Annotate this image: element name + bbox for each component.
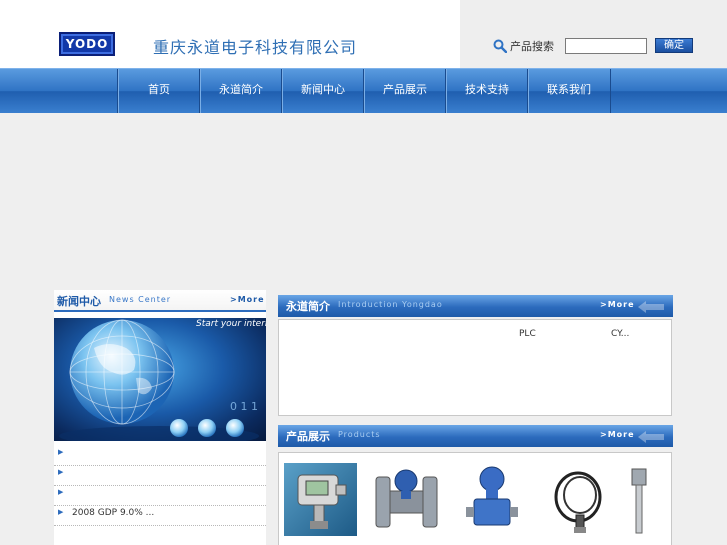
product-thumb-2[interactable] [370, 463, 443, 536]
news-item[interactable]: ▶ [54, 465, 266, 486]
nav-item-products[interactable]: 产品展示 [363, 69, 446, 113]
nav-item-news[interactable]: 新闻中心 [281, 69, 364, 113]
news-title-en: News Center [109, 295, 172, 304]
intro-text-cy: CY... [611, 329, 630, 339]
intro-text-plc: PLC [519, 329, 536, 339]
product-thumb-5[interactable] [628, 463, 671, 536]
products-panel: 产品展示 Products >More [278, 425, 673, 545]
banner-digits: 0 1 1 [230, 400, 258, 413]
product-thumb-4[interactable] [542, 463, 615, 536]
header-search-area [460, 0, 727, 68]
product-thumb-3[interactable] [456, 463, 529, 536]
back-arrow-icon [638, 301, 664, 313]
flange-transmitter-icon [375, 469, 438, 528]
rod-sensor-icon [631, 468, 647, 534]
bullet-arrow-icon: ▶ [58, 468, 64, 476]
news-item[interactable]: ▶ [54, 445, 266, 466]
main-navigation: 首页 永道简介 新闻中心 产品展示 技术支持 联系我们 [0, 68, 727, 113]
search-submit-button[interactable]: 确定 [655, 38, 693, 53]
globe-icon [59, 319, 259, 441]
company-name: 重庆永道电子科技有限公司 [153, 38, 358, 57]
news-title: 新闻中心 [57, 295, 101, 308]
news-item[interactable]: ▶ [54, 485, 266, 506]
nav-item-support[interactable]: 技术支持 [445, 69, 528, 113]
bullet-arrow-icon: ▶ [58, 508, 64, 516]
news-panel: 新闻中心 News Center >More Start your inter … [54, 290, 266, 545]
news-banner-image: Start your internet 0 1 1 [54, 318, 266, 441]
differential-transmitter-icon [466, 466, 518, 526]
bullet-arrow-icon: ▶ [58, 448, 64, 456]
product-thumb-1[interactable] [284, 463, 357, 536]
products-more-link[interactable]: >More [600, 430, 635, 439]
products-carousel [278, 452, 672, 545]
news-item-text: 2008 GDP 9.0% ... [72, 508, 155, 518]
intro-title: 永道简介 [286, 300, 330, 313]
nav-item-contact[interactable]: 联系我们 [527, 69, 611, 113]
products-header: 产品展示 Products >More [278, 425, 673, 447]
cable-sensor-icon [554, 471, 602, 533]
intro-panel: 永道简介 Introduction Yongdao >More PLC CY..… [278, 295, 673, 417]
company-logo[interactable]: YODO [59, 32, 115, 56]
search-icon [493, 39, 507, 53]
search-label: 产品搜索 [510, 40, 554, 53]
pressure-transmitter-icon [297, 474, 347, 529]
products-title: 产品展示 [286, 430, 330, 443]
intro-header: 永道简介 Introduction Yongdao >More [278, 295, 673, 317]
back-arrow-icon [638, 431, 664, 443]
news-more-link[interactable]: >More [230, 295, 265, 304]
banner-slogan: Start your internet [196, 319, 266, 329]
intro-body: PLC CY... [278, 319, 672, 416]
products-title-en: Products [338, 430, 381, 439]
news-item[interactable]: ▶ 2008 GDP 9.0% ... [54, 505, 266, 526]
bullet-arrow-icon: ▶ [58, 488, 64, 496]
nav-item-about[interactable]: 永道简介 [199, 69, 282, 113]
nav-item-home[interactable]: 首页 [117, 69, 200, 113]
search-input[interactable] [565, 38, 647, 54]
news-header: 新闻中心 News Center >More [54, 290, 266, 312]
intro-title-en: Introduction Yongdao [338, 300, 443, 309]
intro-more-link[interactable]: >More [600, 300, 635, 309]
